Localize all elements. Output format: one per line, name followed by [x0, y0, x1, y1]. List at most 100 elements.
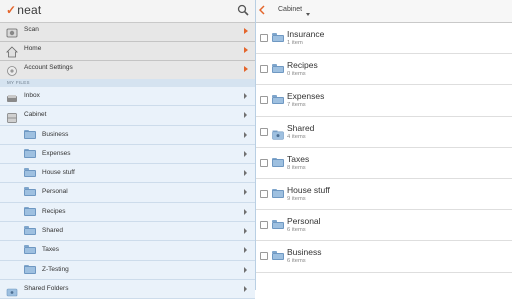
item-count: 7 items — [287, 102, 306, 109]
tree-item-personal[interactable]: Personal — [0, 183, 255, 203]
tree-item-cabinet[interactable]: Cabinet — [0, 106, 255, 126]
tree-item-expenses[interactable]: Expenses — [0, 144, 255, 165]
item-count: 6 items — [287, 227, 306, 234]
folder-name: Expenses — [287, 91, 325, 102]
tree-item-recipes[interactable]: Recipes — [0, 202, 255, 223]
tree-item-label: Personal — [42, 188, 68, 196]
folder-list-item[interactable]: Shared 4 items — [256, 116, 512, 148]
chevron-right-icon — [244, 247, 247, 254]
folder-icon — [24, 206, 36, 216]
tree-item-label: Cabinet — [24, 111, 47, 119]
tree-item-label: House stuff — [42, 169, 75, 177]
folder-icon — [24, 168, 36, 178]
folder-icon — [272, 251, 284, 261]
folder-name: Personal — [287, 216, 321, 227]
folder-list-item[interactable]: House stuff 9 items — [256, 178, 512, 211]
shared-folder-icon — [272, 127, 284, 145]
tree-item-label: Inbox — [24, 92, 40, 99]
folder-icon — [24, 245, 36, 255]
tree-item-label: Shared — [42, 227, 63, 235]
chevron-right-icon — [244, 112, 247, 119]
folder-icon — [272, 157, 284, 167]
item-count: 8 items — [287, 164, 306, 171]
select-checkbox[interactable] — [260, 252, 268, 261]
main-menu: Scan Home Account Settings — [0, 23, 255, 80]
folder-icon — [24, 264, 36, 274]
folder-icon — [272, 220, 284, 230]
content-header: Cabinet — [256, 0, 512, 23]
tree-item-inbox[interactable]: Inbox — [0, 87, 255, 107]
gear-icon — [6, 64, 18, 76]
menu-item-account-settings[interactable]: Account Settings — [0, 61, 255, 80]
shared-folders-icon — [6, 284, 18, 302]
menu-item-label: Account Settings — [24, 64, 73, 71]
folder-icon — [24, 148, 36, 158]
folder-list-item[interactable]: Recipes 0 items — [256, 54, 512, 86]
chevron-right-icon — [244, 208, 247, 215]
tree-item-label: Taxes — [42, 246, 59, 254]
tree-item-label: Z-Testing — [42, 265, 69, 273]
chevron-right-icon — [244, 228, 247, 235]
tree-item-taxes[interactable]: Taxes — [0, 241, 255, 261]
folder-list-item[interactable]: Taxes 8 items — [256, 147, 512, 179]
menu-item-scan[interactable]: Scan — [0, 23, 255, 42]
folder-name: Insurance — [287, 29, 325, 39]
folder-icon — [272, 188, 284, 198]
chevron-right-icon — [244, 150, 247, 157]
folder-list-item[interactable]: Personal 6 items — [256, 210, 512, 242]
tree-item-shared[interactable]: Shared — [0, 222, 255, 242]
folder-list: Insurance 1 item Recipes 0 items Expenses 7 i… — [256, 23, 512, 273]
menu-item-label: Home — [24, 45, 42, 52]
folder-icon — [272, 33, 284, 42]
chevron-right-icon — [244, 47, 248, 53]
tree-item-business[interactable]: Business — [0, 125, 255, 145]
select-checkbox[interactable] — [260, 96, 268, 105]
item-count: 4 items — [287, 133, 306, 140]
item-count: 1 item — [287, 40, 303, 46]
folder-icon — [24, 226, 36, 236]
menu-item-label: Scan — [24, 26, 39, 33]
chevron-right-icon — [244, 285, 247, 292]
section-header: MY FILES — [0, 79, 255, 87]
select-checkbox[interactable] — [260, 221, 268, 230]
item-count: 6 items — [287, 258, 306, 265]
item-count: 0 items — [287, 71, 306, 78]
menu-item-home[interactable]: Home — [0, 42, 255, 61]
folder-list-item[interactable]: Insurance 1 item — [256, 23, 512, 55]
select-checkbox[interactable] — [260, 189, 268, 198]
chevron-right-icon — [244, 93, 247, 99]
breadcrumb[interactable]: Cabinet — [278, 6, 302, 13]
tree-item-z-testing[interactable]: Z-Testing — [0, 260, 255, 280]
folder-name: Taxes — [287, 153, 310, 164]
neat-logo: ✓neat — [6, 3, 42, 17]
tree-item-label: Expenses — [42, 149, 71, 157]
tree-item-label: Recipes — [42, 207, 66, 215]
select-checkbox[interactable] — [260, 34, 268, 42]
tree-item-label: Business — [42, 130, 69, 138]
item-count: 9 items — [287, 195, 306, 202]
folder-tree: Inbox Cabinet Business Expenses House stuff P… — [0, 87, 255, 302]
chevron-right-icon — [244, 189, 247, 196]
select-checkbox[interactable] — [260, 127, 268, 136]
breadcrumb-dropdown-icon[interactable] — [306, 13, 310, 16]
select-checkbox[interactable] — [260, 65, 268, 74]
folder-list-item[interactable]: Expenses 7 items — [256, 85, 512, 117]
folder-name: Business — [287, 247, 322, 258]
chevron-right-icon — [244, 28, 248, 34]
folder-icon — [272, 64, 284, 74]
chevron-right-icon — [244, 66, 248, 72]
app-window: ✓neat Scan Home Account Settings MY FILES … — [0, 0, 512, 300]
tree-item-label: Shared Folders — [24, 284, 69, 292]
select-checkbox[interactable] — [260, 158, 268, 167]
chevron-right-icon — [244, 131, 247, 138]
search-icon[interactable] — [237, 4, 249, 16]
folder-name: House stuff — [287, 184, 330, 195]
tree-item-house-stuff[interactable]: House stuff — [0, 164, 255, 184]
chevron-right-icon — [244, 266, 247, 273]
sidebar: ✓neat Scan Home Account Settings MY FILES … — [0, 0, 256, 300]
folder-list-item[interactable]: Business 6 items — [256, 241, 512, 273]
back-chevron-icon[interactable] — [259, 5, 265, 15]
content-pane: Cabinet Insurance 1 item Recipes 0 items Exp… — [256, 0, 512, 290]
home-icon — [6, 45, 18, 58]
folder-icon — [24, 129, 36, 139]
